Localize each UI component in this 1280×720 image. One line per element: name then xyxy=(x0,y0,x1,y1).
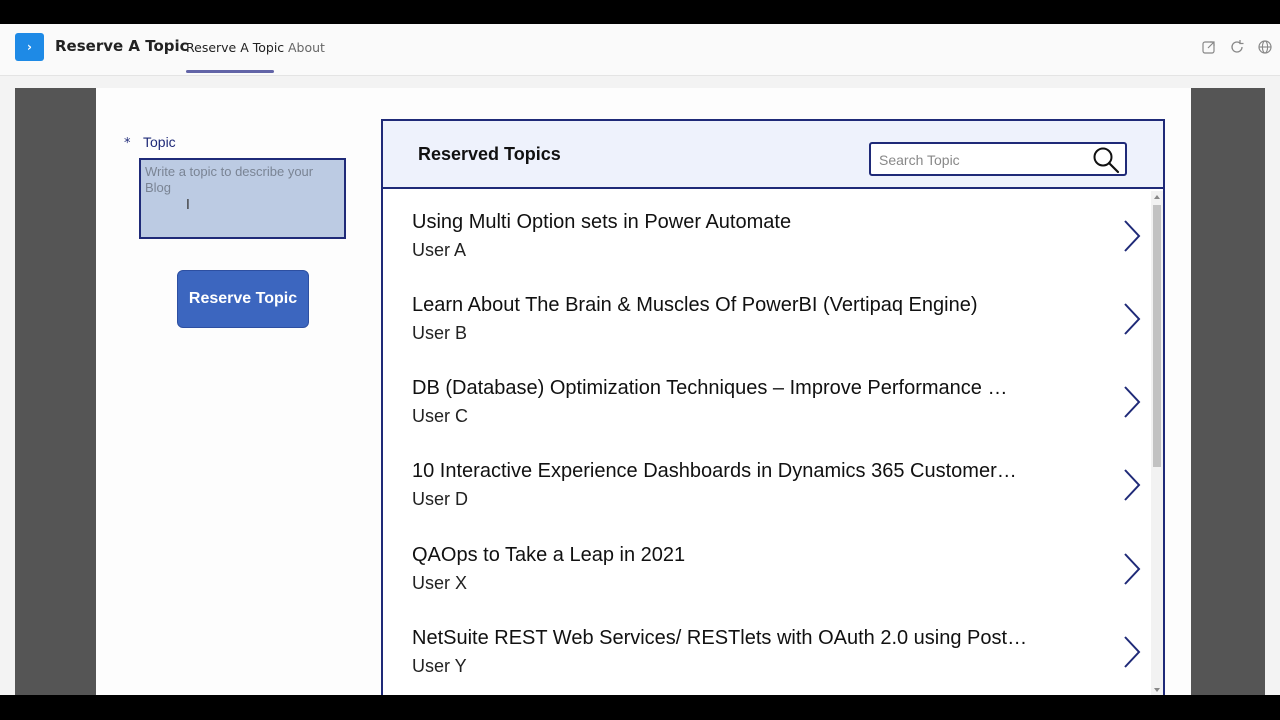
tab-reserve-a-topic[interactable]: Reserve A Topic xyxy=(186,40,284,55)
text-cursor-icon: I xyxy=(186,198,190,213)
gallery-title: Reserved Topics xyxy=(418,144,561,164)
search-icon[interactable] xyxy=(1091,145,1121,175)
list-item[interactable]: NetSuite REST Web Services/ RESTlets wit… xyxy=(383,607,1151,690)
globe-icon[interactable] xyxy=(1257,39,1273,55)
list-item-user: User Y xyxy=(412,656,467,676)
scroll-up-icon[interactable] xyxy=(1153,194,1161,200)
list-item[interactable]: 10 Interactive Experience Dashboards in … xyxy=(383,440,1151,523)
app-canvas: * Topic I Reserve Topic Reserved Topics xyxy=(96,88,1191,695)
list-item-title: QAOps to Take a Leap in 2021 xyxy=(412,544,686,566)
vertical-scrollbar[interactable] xyxy=(1151,191,1163,695)
refresh-icon[interactable] xyxy=(1229,39,1245,55)
list-item-title: 10 Interactive Experience Dashboards in … xyxy=(412,460,1017,482)
list-item[interactable]: Using Multi Option sets in Power Automat… xyxy=(383,191,1151,274)
gallery-header: Reserved Topics xyxy=(383,121,1163,189)
topic-input[interactable] xyxy=(139,158,346,239)
chevron-right-icon[interactable] xyxy=(1121,552,1143,586)
gallery-rows: Using Multi Option sets in Power Automat… xyxy=(383,191,1151,695)
search-box xyxy=(869,142,1127,176)
list-item-user: User X xyxy=(412,573,468,593)
reserved-topics-gallery: Reserved Topics Using Multi Option sets … xyxy=(381,119,1165,695)
list-item[interactable]: Learn About The Brain & Muscles Of Power… xyxy=(383,274,1151,357)
app-header: › Reserve A Topic Reserve A Topic About xyxy=(0,24,1280,76)
app-stage: * Topic I Reserve Topic Reserved Topics xyxy=(15,88,1265,695)
list-item-user: User D xyxy=(412,489,469,509)
list-item-user: User B xyxy=(412,323,468,343)
list-item[interactable]: DB (Database) Optimization Techniques – … xyxy=(383,357,1151,440)
chevron-right-icon[interactable] xyxy=(1121,468,1143,502)
scrollbar-thumb[interactable] xyxy=(1153,205,1161,467)
app-title: Reserve A Topic xyxy=(55,37,189,55)
topic-label: Topic xyxy=(143,134,176,150)
scroll-down-icon[interactable] xyxy=(1153,687,1161,693)
list-item-title: DB (Database) Optimization Techniques – … xyxy=(412,377,1008,399)
list-item-user: User C xyxy=(412,406,469,426)
list-item-title: Using Multi Option sets in Power Automat… xyxy=(412,211,792,233)
list-item-user: User A xyxy=(412,240,467,260)
tab-about[interactable]: About xyxy=(288,40,325,55)
list-item-title: NetSuite REST Web Services/ RESTlets wit… xyxy=(412,627,1028,649)
popout-icon[interactable] xyxy=(1201,39,1217,55)
app-icon[interactable]: › xyxy=(15,33,44,61)
list-item[interactable]: QAOps to Take a Leap in 2021 User X xyxy=(383,524,1151,607)
required-marker: * xyxy=(124,136,131,151)
list-item-title: Learn About The Brain & Muscles Of Power… xyxy=(412,294,978,316)
chevron-right-icon[interactable] xyxy=(1121,385,1143,419)
search-input[interactable] xyxy=(879,150,1089,170)
active-tab-indicator xyxy=(186,70,274,73)
app-window: › Reserve A Topic Reserve A Topic About … xyxy=(0,24,1280,695)
reserve-topic-button[interactable]: Reserve Topic xyxy=(177,270,309,328)
chevron-right-icon[interactable] xyxy=(1121,302,1143,336)
chevron-right-icon[interactable] xyxy=(1121,635,1143,669)
chevron-right-icon[interactable] xyxy=(1121,219,1143,253)
